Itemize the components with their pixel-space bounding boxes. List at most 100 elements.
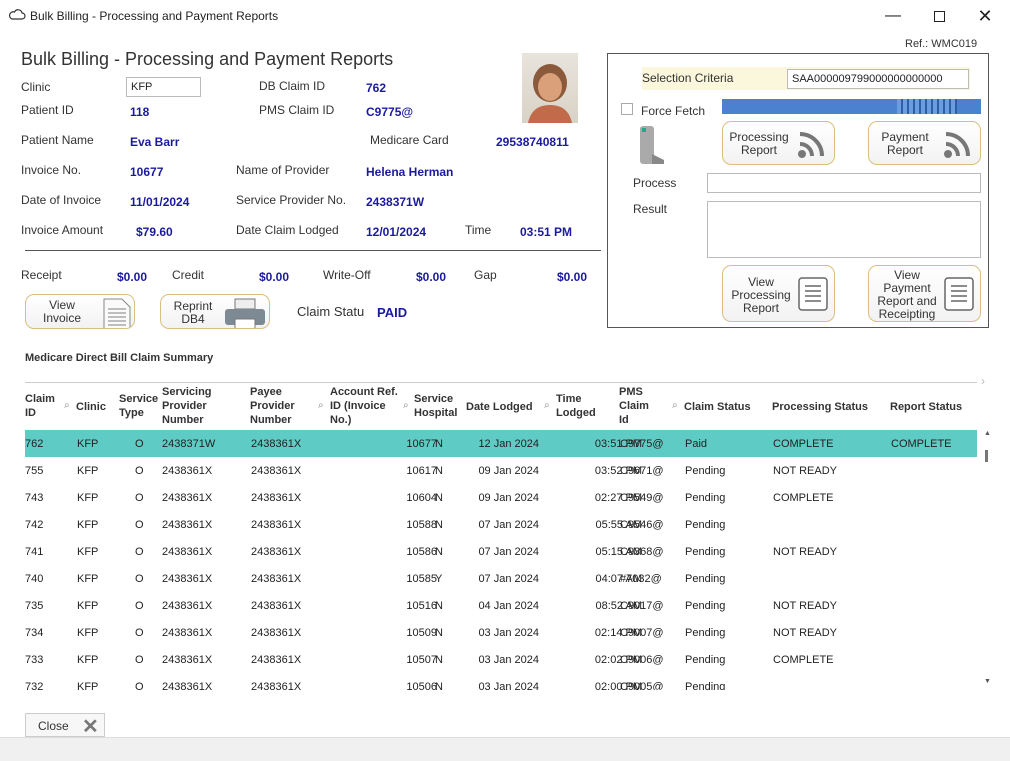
table-row[interactable]: 755 KFP O 2438361X 2438361X 10617 N 09 Jan 2024… <box>25 457 977 484</box>
medicare-label: Medicare Card <box>370 133 449 147</box>
table-cell: 2438361X <box>251 519 302 531</box>
close-button[interactable]: Close ✕ <box>25 713 105 738</box>
table-row[interactable]: 762 KFP O 2438371W 2438361X 10677 N 12 Jan 2024… <box>25 430 977 457</box>
view-payment-report-button[interactable]: View Payment Report and Receipting <box>868 265 981 322</box>
col-date-lodged[interactable]: Date Lodged <box>466 400 533 414</box>
table-cell: 2438361X <box>251 681 302 690</box>
col-servicing-provider[interactable]: Servicing Provider Number <box>162 385 232 427</box>
table-cell: O <box>135 654 144 666</box>
table-cell: 10677 <box>406 438 437 450</box>
search-icon[interactable]: ⌕ <box>672 400 678 411</box>
status-bar <box>0 737 1010 761</box>
pms-claim-value: C9775@ <box>366 105 414 119</box>
scrollbar[interactable]: ▲ ▼ <box>982 430 991 690</box>
table-row[interactable]: 741 KFP O 2438361X 2438361X 10586 N 07 Jan 2024… <box>25 538 977 565</box>
table-cell: C9671@ <box>620 465 664 477</box>
patient-id-label: Patient ID <box>21 103 74 117</box>
table-cell: C9368@ <box>620 546 664 558</box>
table-row[interactable]: 734 KFP O 2438361X 2438361X 10509 N 03 Jan 2024… <box>25 619 977 646</box>
table-cell: 10586 <box>406 546 437 558</box>
clinic-input[interactable]: KFP <box>126 77 201 97</box>
table-row[interactable]: 732 KFP O 2438361X 2438361X 10506 N 03 Jan 2024… <box>25 673 977 690</box>
patient-name-value: Eva Barr <box>130 135 180 149</box>
progress-bar <box>722 99 981 114</box>
search-icon[interactable]: ⌕ <box>403 400 409 411</box>
col-service-type[interactable]: Service Type <box>119 392 163 420</box>
view-processing-report-button[interactable]: View Processing Report <box>722 265 835 322</box>
list-document-icon <box>797 276 829 315</box>
criteria-input[interactable]: SAA000009799000000000000 <box>787 69 969 89</box>
table-cell: 03 Jan 2024 <box>478 681 539 690</box>
amount-value: $79.60 <box>136 225 173 239</box>
table-cell: 741 <box>25 546 44 558</box>
db-claim-label: DB Claim ID <box>259 79 326 93</box>
minimize-button[interactable]: — <box>870 0 916 32</box>
process-input[interactable] <box>707 173 981 193</box>
processing-report-button[interactable]: Processing Report <box>722 121 835 165</box>
table-cell: 2438361X <box>251 573 302 585</box>
table-cell: 2438361X <box>162 465 213 477</box>
table-cell: Pending <box>685 654 726 666</box>
col-claim-status[interactable]: Claim Status <box>684 400 751 414</box>
table-cell: NOT READY <box>773 600 837 612</box>
criteria-label: Selection Criteria <box>642 71 734 85</box>
table-cell: N <box>435 519 443 531</box>
patient-id-value: 118 <box>130 105 150 119</box>
search-icon[interactable]: ⌕ <box>64 400 70 411</box>
table-cell: 2438361X <box>162 627 213 639</box>
result-textarea[interactable] <box>707 201 981 258</box>
col-pms-claim-id[interactable]: PMS Claim Id <box>619 385 657 427</box>
table-cell: 2438361X <box>251 546 302 558</box>
table-cell: NOT READY <box>773 546 837 558</box>
rss-icon <box>944 132 970 158</box>
title-bar: Bulk Billing - Processing and Payment Re… <box>0 0 1010 32</box>
ref-label: Ref.: WMC019 <box>905 38 978 50</box>
table-cell: 10585 <box>406 573 437 585</box>
col-claim-id[interactable]: Claim ID <box>25 392 61 420</box>
table-row[interactable]: 740 KFP O 2438361X 2438361X 10585 Y 07 Jan 2024… <box>25 565 977 592</box>
table-row[interactable]: 743 KFP O 2438361X 2438361X 10604 N 09 Jan 2024… <box>25 484 977 511</box>
col-service-hospital[interactable]: Service Hospital <box>414 392 464 420</box>
receipt-value: $0.00 <box>117 270 148 284</box>
payment-report-button[interactable]: Payment Report <box>868 121 981 165</box>
table-body: 762 KFP O 2438371W 2438361X 10677 N 12 Jan 2024… <box>0 430 1010 690</box>
page-title: Bulk Billing - Processing and Payment Re… <box>21 49 394 69</box>
gap-value: $0.00 <box>557 270 588 284</box>
table-cell: C9005@ <box>620 681 664 690</box>
table-row[interactable]: 733 KFP O 2438361X 2438361X 10507 N 03 Jan 2024… <box>25 646 977 673</box>
search-icon[interactable]: ⌕ <box>544 400 550 411</box>
table-cell: Pending <box>685 600 726 612</box>
table-cell: Pending <box>685 573 726 585</box>
table-row[interactable]: 742 KFP O 2438361X 2438361X 10588 N 07 Jan 2024… <box>25 511 977 538</box>
table-cell: 2438361X <box>251 465 302 477</box>
summary-title: Medicare Direct Bill Claim Summary <box>25 352 214 364</box>
col-time-lodged[interactable]: Time Lodged <box>556 392 600 420</box>
patient-photo <box>522 53 578 123</box>
table-cell: 07 Jan 2024 <box>478 573 539 585</box>
col-account-ref[interactable]: Account Ref. ID (Invoice No.) <box>330 385 408 427</box>
table-cell: O <box>135 627 144 639</box>
search-icon[interactable]: ⌕ <box>318 400 324 411</box>
col-report-status[interactable]: Report Status <box>890 400 962 414</box>
table-cell: O <box>135 546 144 558</box>
close-x-icon: ✕ <box>82 716 99 738</box>
table-cell: 10509 <box>406 627 437 639</box>
invoice-no-value: 10677 <box>130 165 164 179</box>
reprint-db4-button[interactable]: Reprint DB4 <box>160 294 270 329</box>
claim-status-label: Claim Statu <box>297 304 365 319</box>
close-window-button[interactable]: ✕ <box>962 0 1008 32</box>
document-icon <box>100 297 134 328</box>
view-invoice-button[interactable]: View Invoice <box>25 294 135 329</box>
table-cell: KFP <box>77 465 99 477</box>
force-fetch-checkbox[interactable] <box>621 103 633 115</box>
table-row[interactable]: 735 KFP O 2438361X 2438361X 10516 N 04 Jan 2024… <box>25 592 977 619</box>
col-payee-provider[interactable]: Payee Provider Number <box>250 385 312 427</box>
card-reader-icon <box>638 124 666 171</box>
col-processing-status[interactable]: Processing Status <box>772 400 868 414</box>
maximize-button[interactable] <box>916 0 962 32</box>
force-fetch-label: Force Fetch <box>641 104 706 118</box>
pms-claim-label: PMS Claim ID <box>259 103 335 117</box>
lodged-label: Date Claim Lodged <box>236 223 339 237</box>
col-clinic[interactable]: Clinic <box>76 400 106 414</box>
gap-label: Gap <box>474 268 497 282</box>
